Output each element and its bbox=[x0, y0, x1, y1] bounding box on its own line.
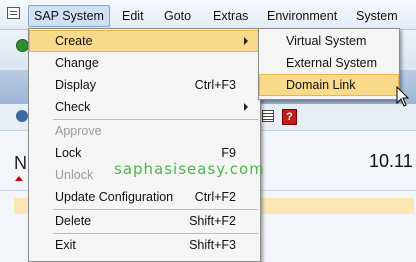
menu-item-label: Change bbox=[55, 56, 99, 70]
menu-environment[interactable]: Environment bbox=[263, 6, 341, 26]
menu-item-change[interactable]: Change bbox=[30, 53, 259, 73]
submenu-item-label: External System bbox=[286, 56, 378, 70]
create-submenu: Virtual System External System Domain Li… bbox=[258, 28, 400, 100]
menu-item-label: Display bbox=[55, 78, 96, 92]
menu-item-label: Lock bbox=[55, 146, 82, 160]
help-icon[interactable]: ? bbox=[282, 109, 297, 125]
submenu-arrow-icon bbox=[244, 37, 248, 45]
menu-item-label: Exit bbox=[55, 238, 76, 252]
watermark-text: saphasiseasy.com bbox=[114, 160, 265, 178]
menu-item-label: Delete bbox=[55, 214, 92, 228]
menu-extras[interactable]: Extras bbox=[209, 6, 252, 26]
menu-item-check[interactable]: Check bbox=[30, 97, 259, 117]
menu-item-update-configuration[interactable]: Update Configuration Ctrl+F2 bbox=[30, 187, 259, 207]
menu-item-label: Check bbox=[55, 100, 91, 114]
menu-item-shortcut: Shift+F2 bbox=[189, 214, 236, 228]
mouse-pointer-icon bbox=[396, 86, 410, 107]
submenu-item-label: Virtual System bbox=[286, 34, 367, 48]
menu-separator bbox=[53, 119, 258, 120]
menu-item-approve: Approve bbox=[30, 121, 259, 141]
menu-item-create[interactable]: Create bbox=[29, 30, 260, 52]
menu-item-shortcut: Shift+F3 bbox=[189, 238, 236, 252]
submenu-item-label: Domain Link bbox=[286, 78, 356, 92]
layout-icon[interactable] bbox=[262, 110, 274, 122]
menu-item-shortcut: Ctrl+F2 bbox=[194, 190, 236, 204]
menu-item-delete[interactable]: Delete Shift+F2 bbox=[30, 211, 259, 231]
menu-goto[interactable]: Goto bbox=[160, 6, 195, 26]
submenu-arrow-icon bbox=[244, 103, 248, 111]
menu-separator bbox=[53, 233, 258, 234]
menu-item-label: Create bbox=[55, 34, 93, 48]
submenu-item-virtual-system[interactable]: Virtual System bbox=[260, 31, 398, 51]
menu-separator bbox=[53, 209, 258, 210]
tool-icon[interactable] bbox=[16, 110, 28, 122]
submenu-item-domain-link[interactable]: Domain Link bbox=[259, 74, 399, 96]
menu-edit[interactable]: Edit bbox=[118, 6, 148, 26]
menu-sap-system[interactable]: SAP System bbox=[28, 5, 110, 27]
menu-item-exit[interactable]: Exit Shift+F3 bbox=[30, 235, 259, 255]
background-version: 10.11 bbox=[369, 151, 413, 171]
menu-item-label: Unlock bbox=[55, 168, 94, 182]
submenu-item-external-system[interactable]: External System bbox=[260, 53, 398, 73]
app-menu-icon[interactable] bbox=[7, 7, 20, 19]
required-marker-icon bbox=[15, 176, 23, 181]
menu-item-label: Approve bbox=[55, 124, 102, 138]
background-label: N bbox=[14, 153, 27, 173]
menu-bar: SAP System Edit Goto Extras Environment … bbox=[0, 0, 416, 30]
menu-system[interactable]: System bbox=[352, 6, 402, 26]
menu-item-label: Update Configuration bbox=[55, 190, 174, 204]
menu-item-display[interactable]: Display Ctrl+F3 bbox=[30, 75, 259, 95]
sap-system-dropdown: Create Change Display Ctrl+F3 Check Appr… bbox=[28, 28, 261, 262]
menu-item-shortcut: Ctrl+F3 bbox=[194, 78, 236, 92]
